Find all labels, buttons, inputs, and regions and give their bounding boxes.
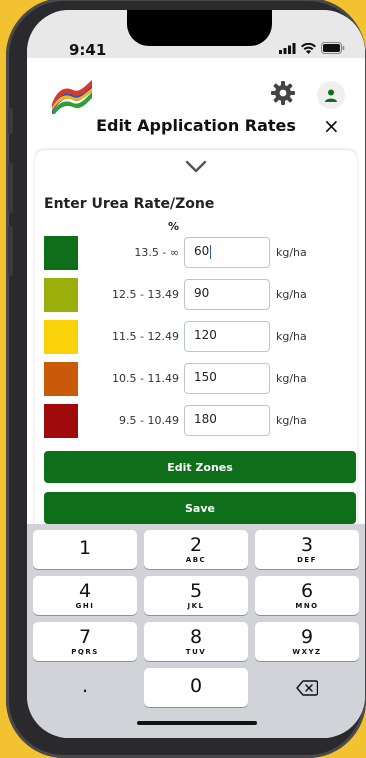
- edit-zones-button[interactable]: Edit Zones: [44, 451, 356, 483]
- zone-range: 13.5 - ∞: [134, 246, 179, 259]
- rate-unit: kg/ha: [276, 246, 307, 259]
- zone-color-swatch: [44, 362, 78, 396]
- rate-value: 90: [194, 286, 210, 300]
- avatar[interactable]: [317, 81, 345, 109]
- percent-column-header: %: [168, 220, 180, 233]
- phone-frame: 9:41 Edit Application Rates × Enter Urea…: [6, 0, 366, 758]
- rate-input[interactable]: 180: [184, 405, 270, 436]
- rate-value: 120: [194, 328, 217, 342]
- zone-row: 10.5 - 11.49 150 kg/ha: [35, 362, 357, 396]
- rate-unit: kg/ha: [276, 330, 307, 343]
- home-indicator: [137, 721, 257, 725]
- rate-value: 150: [194, 370, 217, 384]
- signal-icon: [279, 42, 296, 54]
- key-decimal[interactable]: .: [33, 668, 137, 707]
- status-time: 9:41: [69, 41, 107, 59]
- battery-icon: [321, 42, 345, 54]
- app-logo: [52, 80, 92, 114]
- zone-range: 11.5 - 12.49: [112, 330, 179, 343]
- key-1[interactable]: 1: [33, 530, 137, 569]
- rate-unit: kg/ha: [276, 288, 307, 301]
- key-9[interactable]: 9 WXYZ: [255, 622, 359, 661]
- zone-range: 9.5 - 10.49: [119, 414, 179, 427]
- zone-color-swatch: [44, 320, 78, 354]
- zone-color-swatch: [44, 236, 78, 270]
- edit-rates-sheet: Enter Urea Rate/Zone % 13.5 - ∞ 60 kg/ha…: [35, 150, 357, 550]
- zone-range: 12.5 - 13.49: [112, 288, 179, 301]
- notch: [127, 10, 272, 46]
- key-8[interactable]: 8 TUV: [144, 622, 248, 661]
- section-title: Enter Urea Rate/Zone: [44, 196, 215, 212]
- rate-input[interactable]: 120: [184, 321, 270, 352]
- user-icon: [325, 89, 337, 102]
- app-header: Edit Application Rates ×: [27, 58, 365, 158]
- rate-unit: kg/ha: [276, 372, 307, 385]
- rate-value: 180: [194, 412, 217, 426]
- zone-color-swatch: [44, 278, 78, 312]
- backspace-key[interactable]: [255, 668, 359, 707]
- key-0[interactable]: 0: [144, 668, 248, 707]
- close-icon[interactable]: ×: [323, 114, 340, 138]
- save-button[interactable]: Save: [44, 492, 356, 524]
- rate-input[interactable]: 150: [184, 363, 270, 394]
- text-cursor: [210, 244, 212, 259]
- zone-row: 11.5 - 12.49 120 kg/ha: [35, 320, 357, 354]
- rate-value: 60: [194, 244, 210, 258]
- rate-input[interactable]: 60: [184, 237, 270, 268]
- wifi-icon: [301, 42, 316, 54]
- status-bar: 9:41: [27, 10, 365, 59]
- key-7[interactable]: 7 PQRS: [33, 622, 137, 661]
- key-4[interactable]: 4 GHI: [33, 576, 137, 615]
- numeric-keypad: 1 2 ABC 3 DEF 4 GHI 5 JKL 6 MNO 7 PQRS 8 TUV 9W…: [27, 524, 365, 738]
- mute-switch: [8, 108, 13, 134]
- zone-row: 13.5 - ∞ 60 kg/ha: [35, 236, 357, 270]
- gear-icon[interactable]: [270, 80, 296, 106]
- key-2[interactable]: 2 ABC: [144, 530, 248, 569]
- volume-up-button: [8, 163, 13, 213]
- zone-range: 10.5 - 11.49: [112, 372, 179, 385]
- zone-row: 12.5 - 13.49 90 kg/ha: [35, 278, 357, 312]
- zone-row: 9.5 - 10.49 180 kg/ha: [35, 404, 357, 438]
- rate-input[interactable]: 90: [184, 279, 270, 310]
- screen: 9:41 Edit Application Rates × Enter Urea…: [27, 10, 365, 738]
- status-icons: [279, 41, 345, 55]
- key-6[interactable]: 6 MNO: [255, 576, 359, 615]
- key-3[interactable]: 3 DEF: [255, 530, 359, 569]
- rate-unit: kg/ha: [276, 414, 307, 427]
- volume-down-button: [8, 226, 13, 276]
- page-title: Edit Application Rates: [96, 116, 296, 135]
- backspace-icon: [296, 680, 319, 696]
- key-5[interactable]: 5 JKL: [144, 576, 248, 615]
- chevron-down-icon[interactable]: [185, 160, 207, 174]
- zone-color-swatch: [44, 404, 78, 438]
